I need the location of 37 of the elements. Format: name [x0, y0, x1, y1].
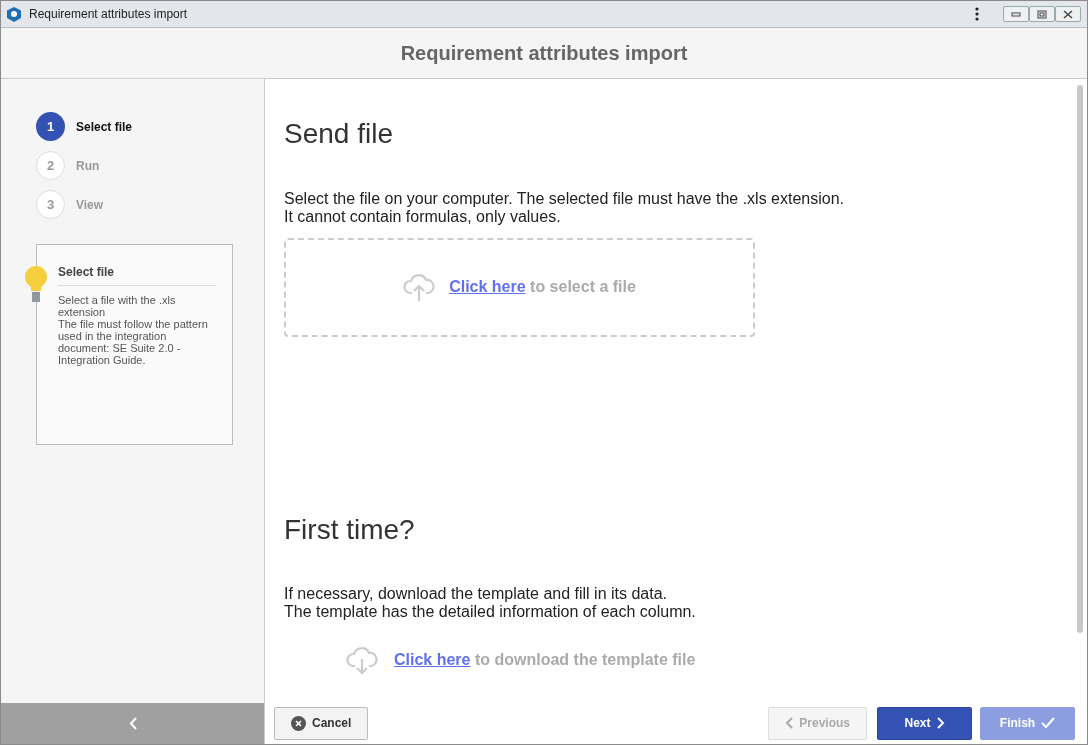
tip-text: Select a file with the .xls extension The file must follow the pattern used in the integration document: SE Suite 2.0 - Integration Guide. — [58, 294, 209, 366]
scrollbar-thumb[interactable] — [1077, 85, 1083, 633]
minimize-icon — [1011, 11, 1021, 17]
chevron-right-icon — [936, 717, 945, 729]
step-number[interactable]: 3 — [36, 190, 65, 219]
checkmark-icon — [1041, 717, 1056, 729]
close-button[interactable] — [1055, 6, 1081, 22]
lightbulb-icon — [24, 265, 48, 305]
instruction-text: If necessary, download the template and fill in its data. The template has the detailed information of each column. — [284, 585, 697, 622]
chevron-left-icon — [128, 717, 137, 730]
download-template-link[interactable]: Click here — [394, 651, 471, 669]
restore-icon — [1037, 9, 1047, 19]
close-circle-icon — [291, 715, 306, 731]
close-icon — [1063, 9, 1073, 19]
instruction-text: Select the file on your computer. The selected file must have the .xls extension. It cannot contain formulas, only values. — [284, 189, 845, 226]
select-file-text: Click here to select a file — [449, 277, 636, 298]
next-button[interactable]: Next — [877, 706, 972, 740]
cancel-button[interactable]: Cancel — [274, 706, 369, 740]
step-number[interactable]: 1 — [36, 112, 65, 141]
download-template-text: Click here to download the template file — [394, 650, 696, 671]
cloud-download-icon — [346, 645, 378, 676]
more-options-icon[interactable] — [975, 7, 979, 21]
step-label[interactable]: View — [76, 195, 104, 214]
section-heading: First time? — [284, 512, 416, 547]
chevron-left-icon — [785, 717, 794, 729]
step-number[interactable]: 2 — [36, 151, 65, 180]
minimize-button[interactable] — [1003, 6, 1029, 22]
section-heading: Send file — [284, 117, 394, 151]
step-label[interactable]: Run — [76, 156, 100, 175]
file-drop-zone[interactable]: Click here to select a file — [284, 237, 755, 337]
dialog-title: Requirement attributes import — [400, 41, 688, 66]
select-file-link[interactable]: Click here — [449, 278, 526, 296]
step-label[interactable]: Select file — [76, 117, 133, 136]
app-logo-icon — [7, 6, 21, 22]
cloud-upload-icon — [403, 272, 436, 303]
tip-title: Select file — [58, 263, 216, 286]
window-title: Requirement attributes import — [29, 6, 189, 23]
